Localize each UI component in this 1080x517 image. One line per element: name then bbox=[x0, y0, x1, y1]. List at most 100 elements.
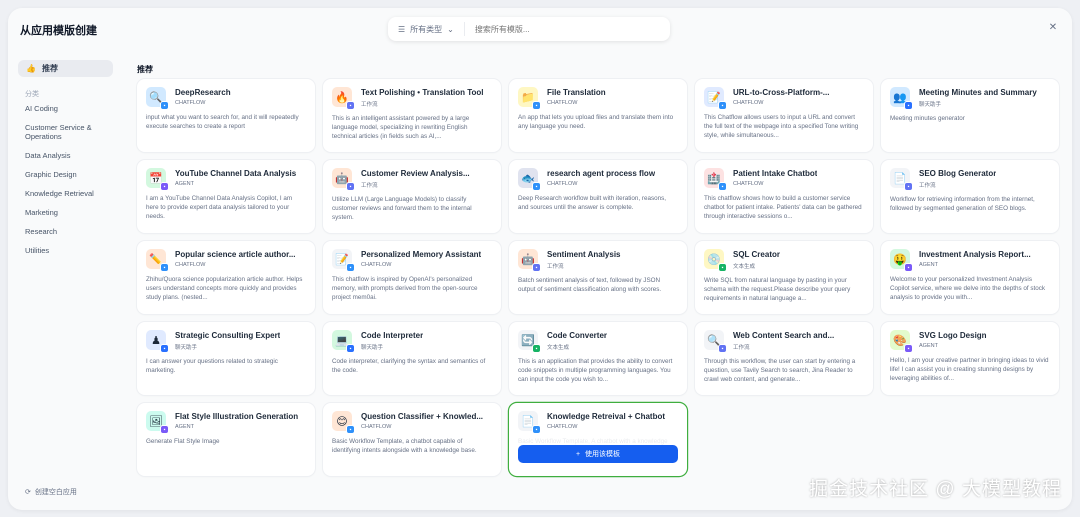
template-grid: 🔍 ▪ DeepResearch CHATFLOW input what you… bbox=[137, 79, 1059, 476]
template-card[interactable]: 🐟 ▪ research agent process flow CHATFLOW… bbox=[509, 160, 687, 233]
app-type-badge-icon: ▪ bbox=[532, 344, 541, 353]
app-type-badge-icon: ▪ bbox=[718, 101, 727, 110]
template-card[interactable]: 👥 ▪ Meeting Minutes and Summary 聊天助手 Mee… bbox=[881, 79, 1059, 152]
template-description: Utilize LLM (Large Language Models) to c… bbox=[332, 196, 472, 222]
sidebar-category-item[interactable]: Research bbox=[25, 227, 125, 236]
template-card[interactable]: 📝 ▪ Personalized Memory Assistant CHATFL… bbox=[323, 241, 501, 314]
template-card[interactable]: 💿 ▪ SQL Creator 文本生成 Write SQL from natu… bbox=[695, 241, 873, 314]
template-card[interactable]: ✏️ ▪ Popular science article author... C… bbox=[137, 241, 315, 314]
app-type-badge-icon: ▪ bbox=[346, 101, 355, 110]
template-name: SVG Logo Design bbox=[919, 331, 987, 340]
template-card[interactable]: 🏥 ▪ Patient Intake Chatbot CHATFLOW This… bbox=[695, 160, 873, 233]
sidebar-category-item[interactable]: Data Analysis bbox=[25, 151, 125, 160]
template-type: 文本生成 bbox=[733, 264, 756, 270]
template-name: Patient Intake Chatbot bbox=[733, 169, 818, 178]
app-icon: 🤖 ▪ bbox=[518, 249, 541, 272]
template-name: SEO Blog Generator bbox=[919, 169, 997, 178]
template-type: 聊天助手 bbox=[175, 345, 198, 351]
template-card[interactable]: 📄 ▪ SEO Blog Generator 工作流 Workflow for … bbox=[881, 160, 1059, 233]
template-type: AGENT bbox=[175, 424, 194, 430]
template-name: Web Content Search and... bbox=[733, 331, 835, 340]
template-description: Hello, I am your creative partner in bri… bbox=[890, 357, 1049, 383]
template-type: CHATFLOW bbox=[733, 181, 764, 187]
template-card[interactable]: 📁 ▪ File Translation CHATFLOW An app tha… bbox=[509, 79, 687, 152]
template-card[interactable]: 🤖 ▪ Sentiment Analysis 工作流 Batch sentime… bbox=[509, 241, 687, 314]
template-card[interactable]: 🖼 ▪ Flat Style Illustration Generation A… bbox=[137, 403, 315, 476]
template-description: Through this workflow, the user can star… bbox=[704, 358, 856, 384]
template-name: Meeting Minutes and Summary bbox=[919, 88, 1037, 97]
template-card[interactable]: 🔍 ▪ Web Content Search and... 工作流 Throug… bbox=[695, 322, 873, 395]
template-type: CHATFLOW bbox=[175, 100, 206, 106]
template-card[interactable]: 📝 ▪ URL-to-Cross-Platform-... CHATFLOW T… bbox=[695, 79, 873, 152]
template-card[interactable]: ♟ ▪ Strategic Consulting Expert 聊天助手 I c… bbox=[137, 322, 315, 395]
app-type-badge-icon: ▪ bbox=[904, 101, 913, 110]
app-icon: 🎨 ▪ bbox=[890, 330, 913, 353]
sidebar-category-item[interactable]: AI Coding bbox=[25, 104, 125, 113]
template-card[interactable]: 🔄 ▪ Code Converter 文本生成 This is an appli… bbox=[509, 322, 687, 395]
app-icon: 📝 ▪ bbox=[704, 87, 727, 110]
template-name: YouTube Channel Data Analysis bbox=[175, 169, 297, 178]
template-description: Generate Flat Style Image bbox=[146, 438, 220, 445]
template-card[interactable]: 🔥 ▪ Text Polishing • Translation Tool 工作… bbox=[323, 79, 501, 152]
template-description: Meeting minutes generator bbox=[890, 115, 965, 122]
app-type-badge-icon: ▪ bbox=[346, 182, 355, 191]
template-description: This is an intelligent assistant powered… bbox=[332, 115, 470, 141]
app-type-badge-icon: ▪ bbox=[160, 101, 169, 110]
sidebar-category-item[interactable]: Graphic Design bbox=[25, 170, 125, 179]
template-description: Workflow for retrieving information from… bbox=[890, 196, 1035, 213]
section-title: 推荐 bbox=[137, 65, 153, 74]
template-description: I can answer your questions related to s… bbox=[146, 358, 278, 375]
template-type: 工作流 bbox=[547, 264, 564, 270]
sidebar-category-item[interactable]: Utilities bbox=[25, 246, 125, 255]
template-card[interactable]: 😊 ▪ Question Classifier + Knowled... CHA… bbox=[323, 403, 501, 476]
create-blank-app-button[interactable]: ⟳ 创建空白应用 bbox=[25, 487, 77, 497]
create-icon: ⟳ bbox=[25, 489, 31, 496]
search-input[interactable] bbox=[464, 24, 670, 34]
template-description: Deep Research workflow built with iterat… bbox=[518, 195, 667, 212]
template-type: CHATFLOW bbox=[547, 181, 578, 187]
app-type-badge-icon: ▪ bbox=[160, 182, 169, 191]
template-type: AGENT bbox=[919, 343, 938, 349]
template-card[interactable]: 🎨 ▪ SVG Logo Design AGENT Hello, I am yo… bbox=[881, 322, 1059, 395]
sidebar-item-label: 推荐 bbox=[41, 64, 58, 73]
app-icon: 🏥 ▪ bbox=[704, 168, 727, 191]
template-card[interactable]: 💻 ▪ Code Interpreter 聊天助手 Code interpret… bbox=[323, 322, 501, 395]
template-card[interactable]: 🔍 ▪ DeepResearch CHATFLOW input what you… bbox=[137, 79, 315, 152]
template-description: This chatflow shows how to build a custo… bbox=[704, 195, 862, 221]
template-description: Batch sentiment analysis of text, follow… bbox=[518, 277, 662, 294]
template-type: CHATFLOW bbox=[361, 262, 392, 268]
template-name: SQL Creator bbox=[733, 250, 780, 259]
template-type: 文本生成 bbox=[547, 345, 570, 351]
template-type: 工作流 bbox=[733, 345, 750, 351]
app-icon: 🔄 ▪ bbox=[518, 330, 541, 353]
sidebar-category-item[interactable]: Knowledge Retrieval bbox=[25, 189, 125, 198]
app-icon: 🖼 ▪ bbox=[146, 411, 169, 434]
template-card[interactable]: 🤑 ▪ Investment Analysis Report... AGENT … bbox=[881, 241, 1059, 314]
sidebar-category-item[interactable]: Marketing bbox=[25, 208, 125, 217]
template-card[interactable]: 📅 ▪ YouTube Channel Data Analysis AGENT … bbox=[137, 160, 315, 233]
plus-icon: + bbox=[575, 450, 581, 458]
template-description: input what you want to search for, and i… bbox=[146, 114, 299, 131]
close-icon[interactable]: ✕ bbox=[1045, 19, 1061, 35]
app-icon: 🤑 ▪ bbox=[890, 249, 913, 272]
template-name: File Translation bbox=[547, 88, 606, 97]
dialog-title: 从应用模版创建 bbox=[20, 25, 97, 37]
sidebar-item-recommended[interactable]: 👍 推荐 bbox=[18, 60, 113, 77]
template-name: Popular science article author... bbox=[175, 250, 296, 259]
app-icon: 💻 ▪ bbox=[332, 330, 355, 353]
app-icon: 🔍 ▪ bbox=[704, 330, 727, 353]
sidebar-category-item[interactable]: Customer Service & Operations bbox=[25, 123, 125, 141]
template-card[interactable]: 📄 ▪ Knowledge Retreival + Chatbot CHATFL… bbox=[509, 403, 687, 476]
watermark: 掘金技术社区 @ 大模型教程 bbox=[809, 479, 1062, 500]
template-description: This chatflow is inspired by OpenAI's pe… bbox=[332, 276, 478, 302]
app-icon: 📄 ▪ bbox=[890, 168, 913, 191]
app-icon: 💿 ▪ bbox=[704, 249, 727, 272]
type-filter-dropdown[interactable]: ☰ 所有类型 ⌄ bbox=[388, 22, 465, 36]
use-template-button[interactable]: + 使用该模板 bbox=[518, 445, 678, 463]
app-type-badge-icon: ▪ bbox=[346, 344, 355, 353]
template-name: URL-to-Cross-Platform-... bbox=[733, 88, 830, 97]
template-name: research agent process flow bbox=[547, 169, 656, 178]
template-card[interactable]: 🤖 ▪ Customer Review Analysis... 工作流 Util… bbox=[323, 160, 501, 233]
template-name: Strategic Consulting Expert bbox=[175, 331, 281, 340]
app-icon: 📄 ▪ bbox=[518, 411, 541, 434]
